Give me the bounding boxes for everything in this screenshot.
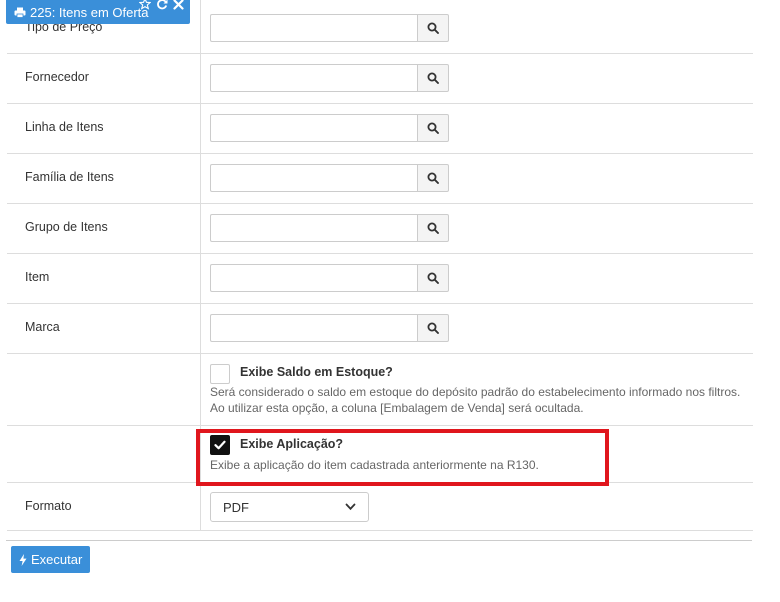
formato-selected-value: PDF [223, 499, 249, 515]
aplicacao-checkbox[interactable] [210, 435, 230, 455]
search-icon [427, 172, 439, 184]
field-row-familia-itens: Família de Itens [7, 154, 753, 204]
star-icon[interactable] [138, 0, 152, 13]
tab-title: 225: Itens em Oferta [30, 4, 149, 20]
field-row-marca: Marca [7, 304, 753, 354]
lookup-tipo-preco [210, 14, 449, 42]
field-row-fornecedor: Fornecedor [7, 54, 753, 104]
field-label: Grupo de Itens [7, 204, 201, 253]
field-label: Linha de Itens [7, 104, 201, 153]
field-label: Família de Itens [7, 154, 201, 203]
formato-select[interactable]: PDF [210, 492, 369, 522]
familia-itens-search-button[interactable] [417, 164, 449, 192]
chevron-down-icon [345, 503, 356, 511]
fornecedor-search-button[interactable] [417, 64, 449, 92]
refresh-icon[interactable] [156, 0, 168, 13]
aplicacao-title: Exibe Aplicação? [240, 437, 344, 451]
grupo-itens-search-button[interactable] [417, 214, 449, 242]
aplicacao-help: Exibe a aplicação do item cadastrada ant… [210, 458, 539, 472]
grupo-itens-input[interactable] [210, 214, 417, 242]
search-icon [427, 222, 439, 234]
marca-search-button[interactable] [417, 314, 449, 342]
field-label: Fornecedor [7, 54, 201, 103]
bolt-icon [19, 553, 27, 566]
check-icon [214, 440, 226, 450]
field-row-grupo-itens: Grupo de Itens [7, 204, 753, 254]
field-label-empty [7, 426, 201, 482]
field-row-aplicacao: Exibe Aplicação? Exibe a aplicação do it… [7, 426, 753, 483]
search-icon [427, 72, 439, 84]
field-label-empty [7, 354, 201, 425]
print-icon [14, 7, 26, 18]
fornecedor-input[interactable] [210, 64, 417, 92]
close-icon[interactable] [173, 0, 184, 13]
footer-divider [6, 540, 752, 541]
field-label: Formato [7, 483, 201, 530]
saldo-estoque-checkbox[interactable] [210, 364, 230, 384]
search-icon [427, 22, 439, 34]
saldo-estoque-title: Exibe Saldo em Estoque? [240, 365, 393, 379]
lookup-linha-itens [210, 114, 449, 142]
tipo-preco-input[interactable] [210, 14, 417, 42]
field-row-item: Item [7, 254, 753, 304]
lookup-fornecedor [210, 64, 449, 92]
tipo-preco-search-button[interactable] [417, 14, 449, 42]
field-row-linha-itens: Linha de Itens [7, 104, 753, 154]
field-row-formato: Formato PDF [7, 483, 753, 531]
lookup-marca [210, 314, 449, 342]
saldo-estoque-help-line1: Será considerado o saldo em estoque do d… [210, 385, 741, 399]
execute-button[interactable]: Executar [11, 546, 91, 573]
linha-itens-input[interactable] [210, 114, 417, 142]
tab-actions [138, 0, 184, 13]
search-icon [427, 272, 439, 284]
execute-label: Executar [31, 552, 83, 567]
lookup-grupo-itens [210, 214, 449, 242]
window-tab[interactable]: 225: Itens em Oferta [6, 0, 190, 24]
field-label: Item [7, 254, 201, 303]
marca-input[interactable] [210, 314, 417, 342]
item-input[interactable] [210, 264, 417, 292]
linha-itens-search-button[interactable] [417, 114, 449, 142]
saldo-estoque-help-line2: Ao utilizar esta opção, a coluna [Embala… [210, 401, 584, 415]
item-search-button[interactable] [417, 264, 449, 292]
field-row-saldo-estoque: Exibe Saldo em Estoque? Será considerado… [7, 354, 753, 426]
familia-itens-input[interactable] [210, 164, 417, 192]
search-icon [427, 122, 439, 134]
lookup-item [210, 264, 449, 292]
lookup-familia-itens [210, 164, 449, 192]
field-label: Marca [7, 304, 201, 353]
search-icon [427, 322, 439, 334]
